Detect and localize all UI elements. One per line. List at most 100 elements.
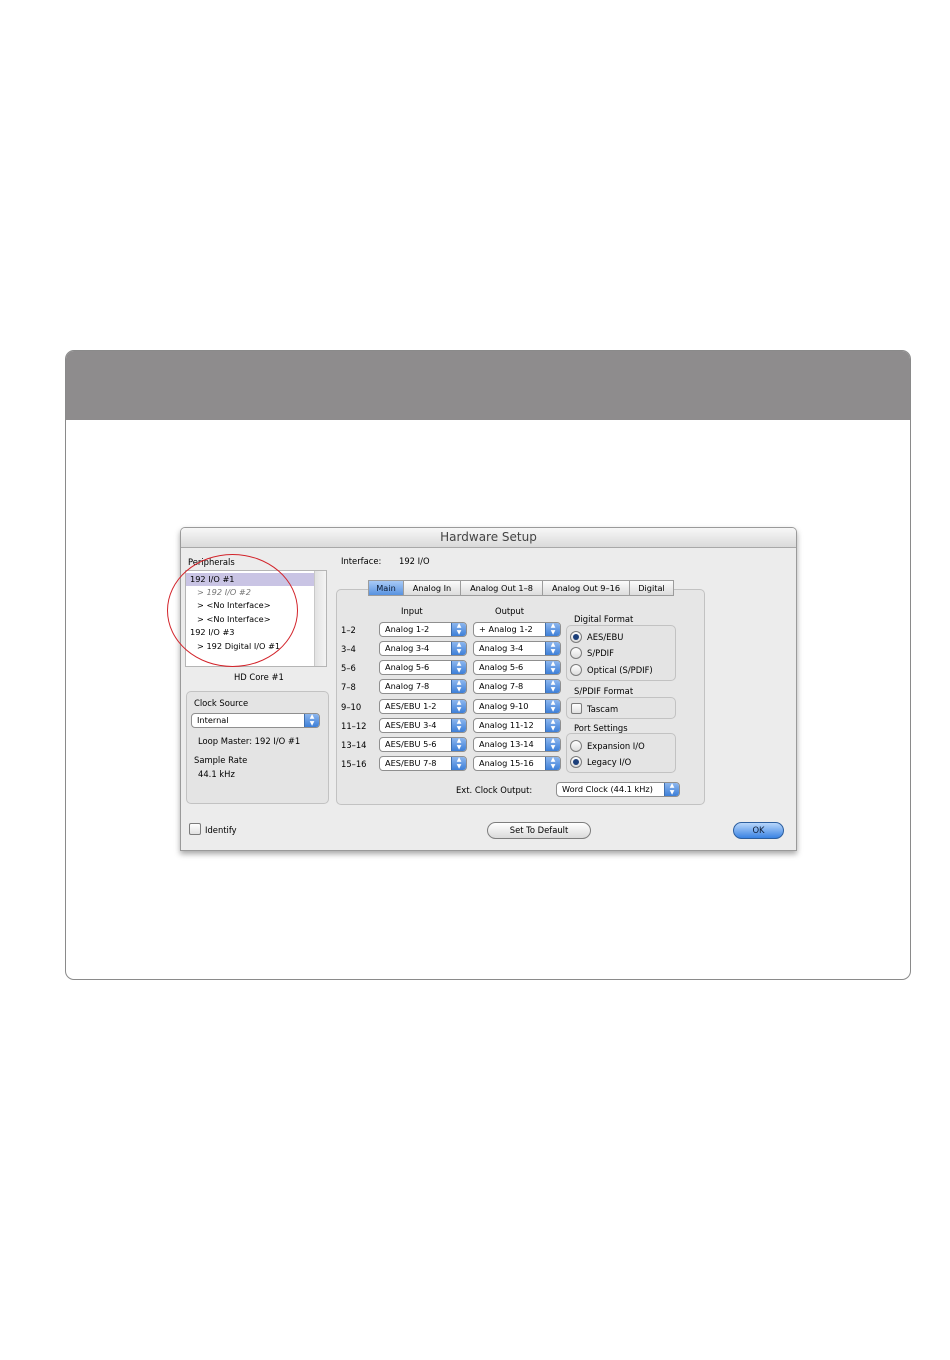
set-to-default-button[interactable]: Set To Default <box>487 822 591 839</box>
radio-legacy-io[interactable] <box>570 756 582 768</box>
ok-button[interactable]: OK <box>733 822 784 839</box>
input-select[interactable]: AES/EBU 1-2 ▲ ▼ <box>379 699 467 714</box>
hd-core-label: HD Core #1 <box>234 672 284 682</box>
interface-label: Interface: <box>341 556 382 566</box>
select-arrows-icon: ▲ ▼ <box>545 719 560 732</box>
channel-label: 15–16 <box>341 759 367 769</box>
clock-source-value: Internal <box>197 715 229 725</box>
radio-expansion-io[interactable] <box>570 740 582 752</box>
input-select[interactable]: AES/EBU 3-4 ▲ ▼ <box>379 718 467 733</box>
digital-format-label: Digital Format <box>574 614 634 624</box>
annotation-circle <box>167 554 298 667</box>
input-value: Analog 5-6 <box>385 662 430 672</box>
port-settings-label: Port Settings <box>574 723 628 733</box>
tascam-checkbox[interactable] <box>571 703 582 714</box>
input-select[interactable]: AES/EBU 7-8 ▲ ▼ <box>379 756 467 771</box>
tab-digital[interactable]: Digital <box>629 580 674 596</box>
select-arrows-icon: ▲ ▼ <box>451 642 466 655</box>
clock-source-select[interactable]: Internal ▲ ▼ <box>191 713 320 728</box>
port-settings-group <box>566 733 676 773</box>
select-arrows-icon: ▲ ▼ <box>545 661 560 674</box>
tascam-label: Tascam <box>587 704 619 714</box>
spdif-format-label: S/PDIF Format <box>574 686 634 696</box>
radio-label: S/PDIF <box>587 648 614 658</box>
output-select[interactable]: Analog 3-4 ▲ ▼ <box>473 641 561 656</box>
output-select[interactable]: Analog 13-14 ▲ ▼ <box>473 737 561 752</box>
select-arrows-icon: ▲ ▼ <box>545 738 560 751</box>
channel-label: 11–12 <box>341 721 367 731</box>
loop-master-text: Loop Master: 192 I/O #1 <box>198 736 301 746</box>
radio-label: Expansion I/O <box>587 741 645 751</box>
select-arrows-icon: ▲ ▼ <box>545 680 560 693</box>
tab-analog-out-1-8[interactable]: Analog Out 1–8 <box>460 580 543 596</box>
sample-rate-label: Sample Rate <box>194 755 248 765</box>
input-value: AES/EBU 1-2 <box>385 701 437 711</box>
identify-checkbox[interactable] <box>189 823 201 835</box>
output-select[interactable]: Analog 11-12 ▲ ▼ <box>473 718 561 733</box>
tab-main[interactable]: Main <box>368 580 404 596</box>
channel-label: 9–10 <box>341 702 362 712</box>
radio-label: Optical (S/PDIF) <box>587 665 653 675</box>
clock-source-label: Clock Source <box>194 698 249 708</box>
select-arrows-icon: ▲ ▼ <box>451 757 466 770</box>
output-select[interactable]: Analog 15-16 ▲ ▼ <box>473 756 561 771</box>
channel-label: 1–2 <box>341 625 356 635</box>
radio-label: AES/EBU <box>587 632 624 642</box>
input-select[interactable]: AES/EBU 5-6 ▲ ▼ <box>379 737 467 752</box>
channel-label: 7–8 <box>341 682 356 692</box>
output-value: Analog 5-6 <box>479 662 524 672</box>
select-arrows-icon: ▲ ▼ <box>451 623 466 636</box>
output-value: Analog 11-12 <box>479 720 534 730</box>
identify-label: Identify <box>205 825 237 835</box>
sample-rate-value: 44.1 kHz <box>198 769 235 779</box>
channel-label: 13–14 <box>341 740 367 750</box>
input-select[interactable]: Analog 7-8 ▲ ▼ <box>379 679 467 694</box>
radio-spdif[interactable] <box>570 647 582 659</box>
select-arrows-icon: ▲ ▼ <box>304 714 319 727</box>
radio-optical[interactable] <box>570 664 582 676</box>
output-header: Output <box>495 606 525 616</box>
output-select[interactable]: Analog 9-10 ▲ ▼ <box>473 699 561 714</box>
window-title: Hardware Setup <box>181 528 796 548</box>
output-value: + Analog 1-2 <box>479 624 533 634</box>
output-select[interactable]: + Analog 1-2 ▲ ▼ <box>473 622 561 637</box>
select-arrows-icon: ▲ ▼ <box>545 623 560 636</box>
channel-label: 3–4 <box>341 644 356 654</box>
select-arrows-icon: ▲ ▼ <box>451 661 466 674</box>
peripherals-scrollbar[interactable] <box>314 571 326 666</box>
output-select[interactable]: Analog 7-8 ▲ ▼ <box>473 679 561 694</box>
input-select[interactable]: Analog 3-4 ▲ ▼ <box>379 641 467 656</box>
input-select[interactable]: Analog 5-6 ▲ ▼ <box>379 660 467 675</box>
output-value: Analog 7-8 <box>479 681 524 691</box>
radio-label: Legacy I/O <box>587 757 632 767</box>
tab-analog-in[interactable]: Analog In <box>403 580 461 596</box>
tab-analog-out-9-16[interactable]: Analog Out 9–16 <box>542 580 630 596</box>
select-arrows-icon: ▲ ▼ <box>545 757 560 770</box>
ext-clock-select[interactable]: Word Clock (44.1 kHz) ▲ ▼ <box>556 782 680 797</box>
select-arrows-icon: ▲ ▼ <box>664 783 679 796</box>
output-value: Analog 13-14 <box>479 739 534 749</box>
select-arrows-icon: ▲ ▼ <box>451 680 466 693</box>
output-value: Analog 3-4 <box>479 643 524 653</box>
select-arrows-icon: ▲ ▼ <box>451 738 466 751</box>
channel-label: 5–6 <box>341 663 356 673</box>
input-value: Analog 3-4 <box>385 643 430 653</box>
interface-value: 192 I/O <box>399 556 430 566</box>
input-value: AES/EBU 3-4 <box>385 720 437 730</box>
output-select[interactable]: Analog 5-6 ▲ ▼ <box>473 660 561 675</box>
ext-clock-label: Ext. Clock Output: <box>456 785 533 795</box>
input-value: Analog 1-2 <box>385 624 430 634</box>
select-arrows-icon: ▲ ▼ <box>451 700 466 713</box>
output-value: Analog 9-10 <box>479 701 529 711</box>
input-value: AES/EBU 5-6 <box>385 739 437 749</box>
select-arrows-icon: ▲ ▼ <box>545 700 560 713</box>
output-value: Analog 15-16 <box>479 758 534 768</box>
input-value: Analog 7-8 <box>385 681 430 691</box>
select-arrows-icon: ▲ ▼ <box>451 719 466 732</box>
ext-clock-value: Word Clock (44.1 kHz) <box>562 784 653 794</box>
radio-aes-ebu[interactable] <box>570 631 582 643</box>
select-arrows-icon: ▲ ▼ <box>545 642 560 655</box>
input-select[interactable]: Analog 1-2 ▲ ▼ <box>379 622 467 637</box>
spdif-format-group <box>566 697 676 719</box>
input-value: AES/EBU 7-8 <box>385 758 437 768</box>
